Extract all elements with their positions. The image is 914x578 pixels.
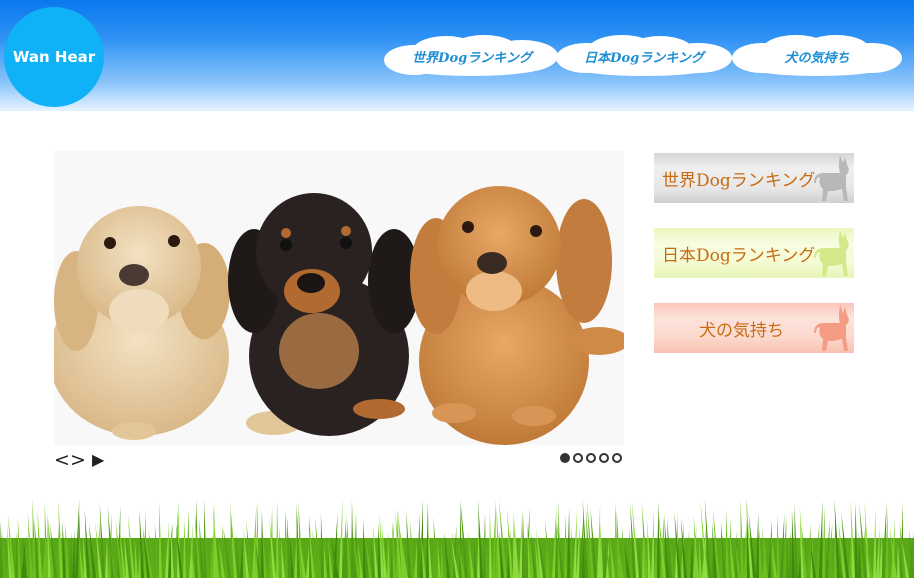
- prev-arrow-icon[interactable]: <: [54, 450, 70, 470]
- grass-decoration: [0, 498, 914, 578]
- dog-silhouette-icon: [814, 230, 849, 276]
- nav-label: 犬の気持ち: [784, 50, 850, 66]
- slider-image[interactable]: [54, 151, 624, 445]
- site-logo[interactable]: Wan Hear: [4, 7, 104, 107]
- banner-label: 日本Dogランキング: [662, 245, 816, 266]
- nav-label: 日本Dogランキング: [584, 50, 704, 66]
- nav-world-dog-ranking[interactable]: 世界Dogランキング: [384, 34, 560, 78]
- nav-japan-dog-ranking[interactable]: 日本Dogランキング: [556, 34, 732, 78]
- banner-label: 犬の気持ち: [699, 320, 784, 341]
- header: Wan Hear 世界Dogランキング 日本Dogランキング 犬の気持ち: [0, 0, 914, 111]
- slider-dot[interactable]: [612, 453, 622, 463]
- dog-silhouette-icon: [814, 305, 849, 351]
- banner-dog-feelings[interactable]: 犬の気持ち: [654, 303, 854, 353]
- slider-dot[interactable]: [599, 453, 609, 463]
- slider-pagination: [560, 453, 622, 463]
- dachshunds-photo: [54, 151, 624, 445]
- next-arrow-icon[interactable]: >: [70, 450, 86, 470]
- dog-silhouette-icon: [814, 155, 849, 201]
- play-icon[interactable]: ▶: [92, 450, 104, 470]
- site-logo-text: Wan Hear: [12, 48, 96, 66]
- slider-dot[interactable]: [586, 453, 596, 463]
- slider-controls: < > ▶: [54, 450, 624, 470]
- slider-dot[interactable]: [573, 453, 583, 463]
- nav-label: 世界Dogランキング: [412, 50, 532, 66]
- nav-dog-feelings[interactable]: 犬の気持ち: [732, 34, 902, 78]
- banner-japan-dog-ranking[interactable]: 日本Dogランキング: [654, 228, 854, 278]
- slider-dot[interactable]: [560, 453, 570, 463]
- banner-label: 世界Dogランキング: [662, 170, 816, 191]
- banner-world-dog-ranking[interactable]: 世界Dogランキング: [654, 153, 854, 203]
